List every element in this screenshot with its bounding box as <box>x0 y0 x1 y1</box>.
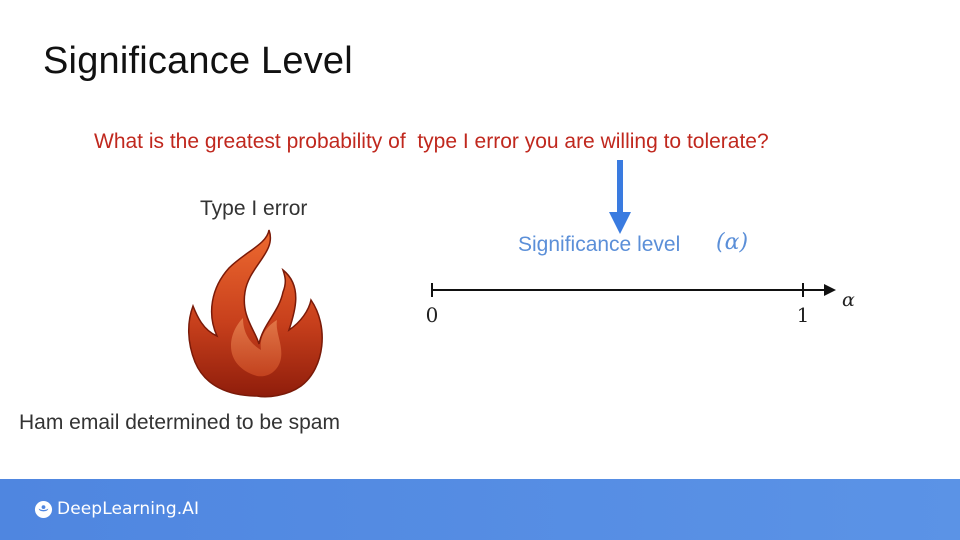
number-line: 0 1 α <box>426 283 855 327</box>
brand-name: DeepLearning.AI <box>57 499 200 519</box>
brand-logo: DeepLearning.AI <box>34 499 199 519</box>
slide-title: Significance Level <box>43 40 353 82</box>
significance-symbol: (α) <box>716 230 749 255</box>
fire-icon <box>188 229 323 398</box>
footer-bar: DeepLearning.AI <box>0 479 960 540</box>
type-error-label: Type I error <box>200 197 308 220</box>
slide: Significance Level What is the greatest … <box>0 0 960 540</box>
axis-symbol-alpha: α <box>842 289 855 311</box>
ham-email-label: Ham email determined to be spam <box>19 411 340 434</box>
arrow-down-icon <box>609 160 631 234</box>
significance-level-label: Significance level <box>518 233 681 256</box>
question-text: What is the greatest probability of type… <box>94 130 769 153</box>
tick-label-one: 1 <box>797 303 810 327</box>
deeplearning-logo-icon <box>34 500 53 518</box>
tick-label-zero: 0 <box>426 303 439 327</box>
axis-arrowhead <box>824 284 836 296</box>
